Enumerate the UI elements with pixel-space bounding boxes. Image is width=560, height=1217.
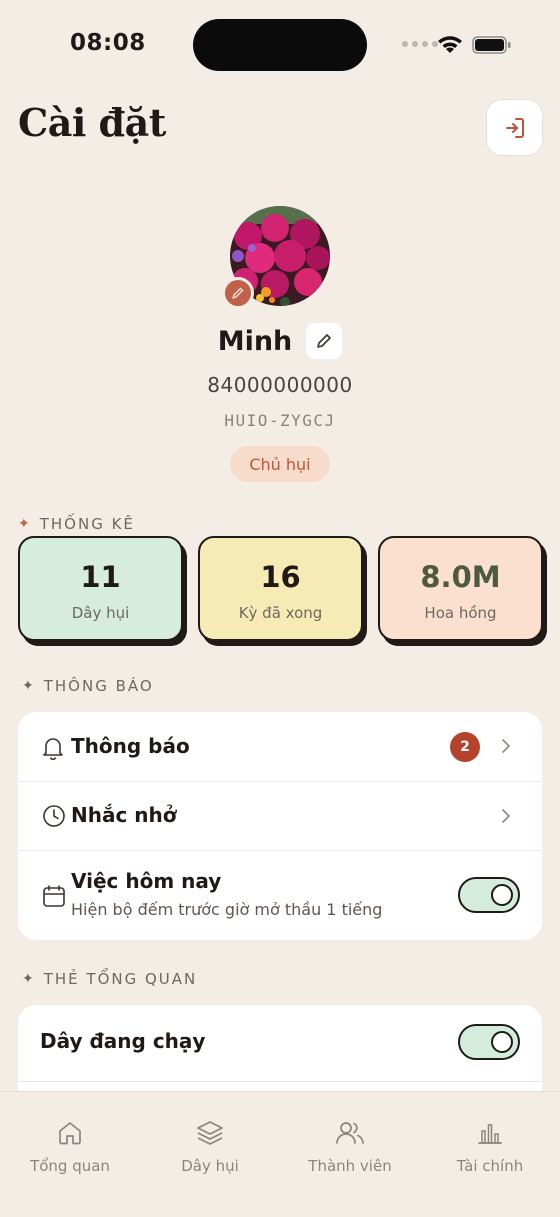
row-title: Dây đang chạy	[40, 1029, 206, 1053]
home-icon	[59, 1122, 81, 1145]
reminders-row[interactable]: Nhắc nhở	[18, 782, 542, 850]
change-photo-button[interactable]	[222, 277, 254, 309]
avatar-container	[222, 206, 330, 309]
chevron-right-icon	[502, 809, 510, 823]
stat-value: 8.0M	[420, 560, 501, 594]
stat-label: Hoa hồng	[424, 604, 497, 622]
stat-label: Kỳ đã xong	[238, 604, 323, 622]
unread-count-badge: 2	[450, 732, 480, 762]
today-tasks-toggle[interactable]	[458, 877, 520, 913]
pencil-icon	[232, 287, 244, 299]
profile-name-row: Minh	[0, 323, 560, 359]
row-title: Thông báo	[71, 734, 190, 758]
nav-label: Tổng quan	[30, 1157, 110, 1175]
profile-name: Minh	[217, 325, 293, 357]
calendar-icon	[43, 885, 65, 907]
role-badge: Chủ hụi	[230, 446, 330, 482]
profile-code: HUIO-ZYGCJ	[224, 411, 336, 430]
stat-card-day-hui[interactable]: 11 Dây hụi	[18, 536, 183, 641]
running-lines-toggle[interactable]	[458, 1024, 520, 1060]
notifications-section-label: ✦ THÔNG BÁO	[22, 677, 154, 695]
nav-tab-members[interactable]: Thành viên	[280, 1092, 420, 1192]
edit-icon	[317, 334, 332, 348]
wifi-icon	[438, 36, 462, 53]
stats-section-label: ✦ THỐNG KÊ	[18, 515, 135, 533]
logout-button[interactable]	[486, 99, 543, 156]
bell-icon	[43, 738, 63, 760]
nav-label: Tài chính	[456, 1157, 524, 1175]
notifications-card: Thông báo 2 Nhắc nhở Việc hôm nay Hiện b…	[18, 712, 542, 940]
sparkle-icon: ✦	[18, 516, 32, 532]
edit-name-button[interactable]	[306, 323, 343, 359]
notifications-section-title: THÔNG BÁO	[43, 677, 154, 695]
sparkle-icon: ✦	[22, 678, 36, 694]
row-title: Việc hôm nay	[71, 869, 222, 893]
row-title: Nhắc nhở	[71, 803, 177, 827]
page-title: Cài đặt	[18, 100, 166, 145]
status-time: 08:08	[70, 30, 146, 56]
running-lines-row: Dây đang chạy	[18, 1005, 542, 1081]
row-subtitle: Hiện bộ đếm trước giờ mở thầu 1 tiếng	[71, 900, 383, 919]
stats-section-title: THỐNG KÊ	[39, 515, 135, 533]
status-bar: 08:08	[0, 0, 560, 90]
nav-tab-lines[interactable]: Dây hụi	[140, 1092, 280, 1192]
logout-icon	[505, 117, 524, 138]
battery-icon	[472, 36, 511, 54]
dynamic-island	[193, 19, 367, 71]
nav-label: Thành viên	[308, 1157, 392, 1175]
divider	[18, 1081, 542, 1082]
stat-card-completed[interactable]: 16 Kỳ đã xong	[198, 536, 363, 641]
bar-chart-icon	[478, 1124, 502, 1144]
cellular-signal-icon	[402, 41, 438, 47]
users-icon	[336, 1122, 364, 1144]
overview-section-title: THẺ TỔNG QUAN	[43, 970, 198, 988]
nav-tab-finance[interactable]: Tài chính	[420, 1092, 560, 1192]
today-tasks-row: Việc hôm nay Hiện bộ đếm trước giờ mở th…	[18, 851, 542, 940]
stat-value: 11	[80, 560, 121, 594]
nav-tab-overview[interactable]: Tổng quan	[0, 1092, 140, 1192]
nav-label: Dây hụi	[181, 1157, 239, 1175]
chevron-right-icon	[502, 739, 510, 753]
toggle-knob	[491, 884, 513, 906]
overview-section-label: ✦ THẺ TỔNG QUAN	[22, 970, 197, 988]
stat-label: Dây hụi	[71, 604, 130, 622]
profile-phone: 84000000000	[207, 373, 353, 397]
notifications-row[interactable]: Thông báo 2	[18, 712, 542, 781]
stat-card-commission[interactable]: 8.0M Hoa hồng	[378, 536, 543, 641]
stat-value: 16	[260, 560, 301, 594]
sparkle-icon: ✦	[22, 971, 36, 987]
clock-icon	[43, 805, 65, 827]
toggle-knob	[491, 1031, 513, 1053]
bottom-nav: Tổng quan Dây hụi Thành viên Tài chính	[0, 1091, 560, 1217]
layers-icon	[197, 1121, 223, 1145]
